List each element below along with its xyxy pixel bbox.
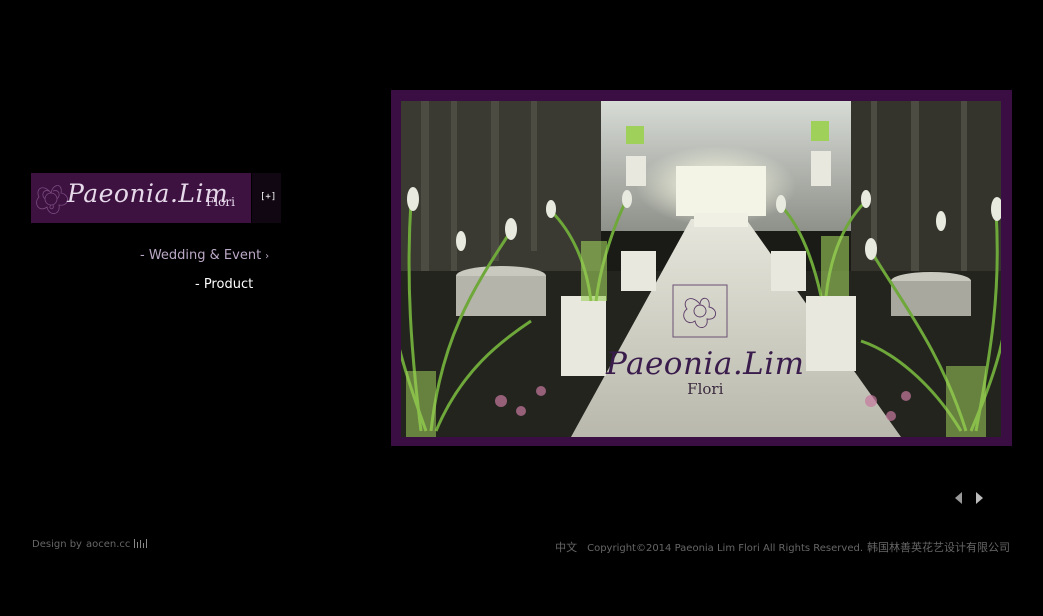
nav-product-label: - Product <box>195 277 254 292</box>
slideshow-frame: Paeonia.Lim Flori <box>391 90 1012 446</box>
triangle-left-icon[interactable] <box>955 492 962 504</box>
expand-label: [+] <box>260 192 277 202</box>
nav-item-product[interactable]: - Product <box>195 277 253 292</box>
design-by-label: Design by <box>32 539 82 550</box>
nav-wedding-label: - Wedding & Event <box>140 248 262 263</box>
brand-logo[interactable]: Paeonia.Lim Flori <box>31 173 251 223</box>
copyright-text: Copyright©2014 Paeonia Lim Flori All Rig… <box>587 543 863 554</box>
triangle-right-icon[interactable] <box>976 492 983 504</box>
chevron-right-icon: › <box>265 251 270 262</box>
bars-icon <box>134 539 148 548</box>
company-name: 韩国林善英花艺设计有限公司 <box>867 541 1010 554</box>
photo-watermark-logo: Paeonia.Lim Flori <box>606 346 805 398</box>
nav-item-wedding-event[interactable]: - Wedding & Event › <box>140 248 269 263</box>
peony-flower-icon <box>36 185 68 214</box>
logo-subtitle: Flori <box>206 195 235 209</box>
logo-script-text: Paeonia.Lim <box>67 179 229 208</box>
footer-copyright: 中文 Copyright©2014 Paeonia Lim Flori All R… <box>555 539 1010 555</box>
expand-menu-button[interactable]: [+] <box>252 173 281 223</box>
wedding-venue-photo: Paeonia.Lim Flori <box>401 101 1001 437</box>
language-switch-link[interactable]: 中文 <box>555 541 577 554</box>
design-link[interactable]: aocen.cc <box>86 539 130 550</box>
design-credit: Design by aocen.cc <box>32 539 148 550</box>
photo-logo-subtitle: Flori <box>687 380 724 398</box>
photo-logo-script: Paeonia.Lim <box>606 346 805 382</box>
